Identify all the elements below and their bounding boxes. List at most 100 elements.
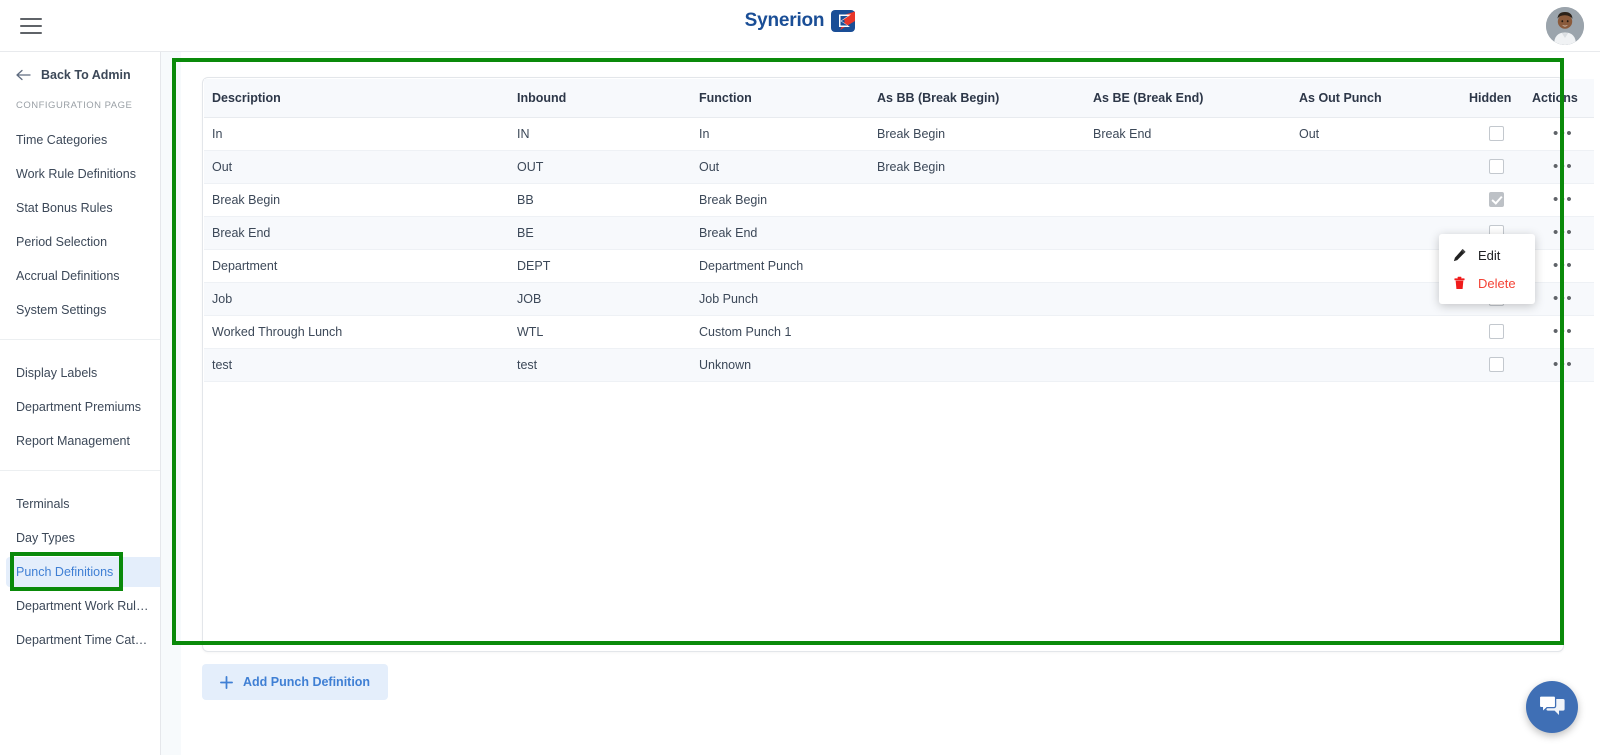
sidebar-item-accrual-definitions[interactable]: Accrual Definitions: [0, 259, 160, 293]
row-actions-context-menu[interactable]: Edit Delete: [1439, 234, 1535, 304]
table-header-row: Description Inbound Function As BB (Brea…: [204, 79, 1594, 118]
column-header-as-out-punch[interactable]: As Out Punch: [1291, 79, 1461, 118]
table-row[interactable]: In IN In Break Begin Break End Out •••: [204, 117, 1594, 151]
cell-inbound: BE: [509, 216, 691, 250]
cell-description: Break Begin: [204, 183, 509, 217]
cell-as-bb: [869, 282, 1085, 316]
column-header-actions: Actions: [1524, 79, 1594, 118]
cell-as-be: [1085, 150, 1291, 184]
punch-definitions-table: Description Inbound Function As BB (Brea…: [204, 79, 1594, 382]
sidebar-item-label: Terminals: [16, 497, 70, 511]
cell-as-out: [1291, 282, 1461, 316]
sidebar-item-report-management[interactable]: Report Management: [0, 424, 160, 458]
avatar-photo-icon: [1546, 7, 1584, 45]
cell-hidden: [1461, 348, 1524, 382]
cell-inbound: BB: [509, 183, 691, 217]
more-horizontal-icon[interactable]: •••: [1551, 357, 1575, 373]
column-header-description[interactable]: Description: [204, 79, 509, 118]
cell-as-out: [1291, 348, 1461, 382]
sidebar-item-period-selection[interactable]: Period Selection: [0, 225, 160, 259]
table-row[interactable]: test test Unknown •••: [204, 348, 1594, 382]
app-root: Synerion Back To Admin CONFIGURATION PAG…: [0, 0, 1600, 755]
sidebar-item-label: Report Management: [16, 434, 130, 448]
column-header-function[interactable]: Function: [691, 79, 869, 118]
cell-as-bb: Break Begin: [869, 117, 1085, 151]
more-horizontal-icon[interactable]: •••: [1551, 225, 1575, 241]
sidebar-item-time-categories[interactable]: Time Categories: [0, 123, 160, 157]
cell-inbound: test: [509, 348, 691, 382]
cell-hidden: [1461, 183, 1524, 217]
sidebar-item-label: Day Types: [16, 531, 75, 545]
table-row[interactable]: Worked Through Lunch WTL Custom Punch 1 …: [204, 315, 1594, 349]
cell-as-out: [1291, 249, 1461, 283]
table-row[interactable]: Out OUT Out Break Begin •••: [204, 150, 1594, 184]
cell-inbound: DEPT: [509, 249, 691, 283]
cell-function: Unknown: [691, 348, 869, 382]
hidden-checkbox[interactable]: [1489, 357, 1504, 373]
chat-fab-button[interactable]: [1526, 681, 1578, 733]
sidebar-item-system-settings[interactable]: System Settings: [0, 293, 160, 327]
table-row[interactable]: Break End BE Break End •••: [204, 216, 1594, 250]
add-punch-definition-button[interactable]: Add Punch Definition: [202, 664, 389, 700]
column-header-as-bb[interactable]: As BB (Break Begin): [869, 79, 1085, 118]
sidebar-item-punch-definitions[interactable]: Punch Definitions: [0, 555, 160, 589]
cell-function: Break End: [691, 216, 869, 250]
sidebar-item-department-premiums[interactable]: Department Premiums: [0, 390, 160, 424]
hidden-checkbox[interactable]: [1489, 324, 1504, 340]
sidebar-item-terminals[interactable]: Terminals: [0, 487, 160, 521]
hidden-checkbox[interactable]: [1489, 159, 1504, 175]
hidden-checkbox[interactable]: [1489, 126, 1504, 142]
table-row[interactable]: Department DEPT Department Punch •••: [204, 249, 1594, 283]
back-to-admin-button[interactable]: Back To Admin: [0, 52, 160, 96]
column-header-as-be[interactable]: As BE (Break End): [1085, 79, 1291, 118]
sidebar-item-label: Period Selection: [16, 235, 108, 249]
sidebar-item-work-rule-definitions[interactable]: Work Rule Definitions: [0, 157, 160, 191]
add-punch-definition-label: Add Punch Definition: [243, 675, 371, 689]
sidebar-item-label: Work Rule Definitions: [16, 167, 136, 181]
sidebar-item-department-work-rules-filter[interactable]: Department Work Rules Filt...: [0, 589, 160, 623]
table-row[interactable]: Job JOB Job Punch •••: [204, 282, 1594, 316]
sidebar-group-labels: Display Labels Department Premiums Repor…: [0, 339, 160, 470]
cell-inbound: WTL: [509, 315, 691, 349]
more-horizontal-icon[interactable]: •••: [1551, 324, 1575, 340]
sidebar-item-department-time-category[interactable]: Department Time Category ...: [0, 623, 160, 657]
sidebar-item-label: Accrual Definitions: [16, 269, 120, 283]
table-row[interactable]: Break Begin BB Break Begin •••: [204, 183, 1594, 217]
brand-logo[interactable]: Synerion: [0, 10, 1600, 32]
synerion-logo-mark-icon: [831, 10, 856, 32]
sidebar-item-label: Stat Bonus Rules: [16, 201, 113, 215]
more-horizontal-icon[interactable]: •••: [1551, 192, 1575, 208]
cell-function: Department Punch: [691, 249, 869, 283]
avatar[interactable]: [1546, 7, 1584, 45]
column-header-inbound[interactable]: Inbound: [509, 79, 691, 118]
context-menu-delete-item[interactable]: Delete: [1439, 269, 1535, 297]
cell-as-bb: [869, 315, 1085, 349]
cell-description: Worked Through Lunch: [204, 315, 509, 349]
more-horizontal-icon[interactable]: •••: [1551, 159, 1575, 175]
more-horizontal-icon[interactable]: •••: [1551, 258, 1575, 274]
cell-actions: •••: [1524, 117, 1594, 151]
column-header-hidden[interactable]: Hidden: [1461, 79, 1524, 118]
context-menu-edit-item[interactable]: Edit: [1439, 241, 1535, 269]
cell-function: Custom Punch 1: [691, 315, 869, 349]
more-horizontal-icon[interactable]: •••: [1551, 291, 1575, 307]
sidebar-item-label: Display Labels: [16, 366, 98, 380]
cell-description: In: [204, 117, 509, 151]
sidebar-item-stat-bonus-rules[interactable]: Stat Bonus Rules: [0, 191, 160, 225]
content-left-gutter: [161, 52, 181, 755]
context-menu-edit-label: Edit: [1478, 247, 1501, 263]
punch-definitions-card: Description Inbound Function As BB (Brea…: [202, 77, 1594, 652]
context-menu-delete-label: Delete: [1478, 275, 1516, 291]
cell-hidden: [1461, 315, 1524, 349]
more-horizontal-icon[interactable]: •••: [1551, 126, 1575, 142]
sidebar-item-day-types[interactable]: Day Types: [0, 521, 160, 555]
pencil-icon: [1453, 249, 1466, 262]
hidden-checkbox[interactable]: [1489, 192, 1504, 208]
cell-actions: •••: [1524, 150, 1594, 184]
sidebar-item-display-labels[interactable]: Display Labels: [0, 356, 160, 390]
cell-as-be: [1085, 249, 1291, 283]
cell-as-be: [1085, 282, 1291, 316]
sidebar-item-label: Department Premiums: [16, 400, 142, 414]
cell-as-bb: [869, 183, 1085, 217]
cell-actions: •••: [1524, 348, 1594, 382]
